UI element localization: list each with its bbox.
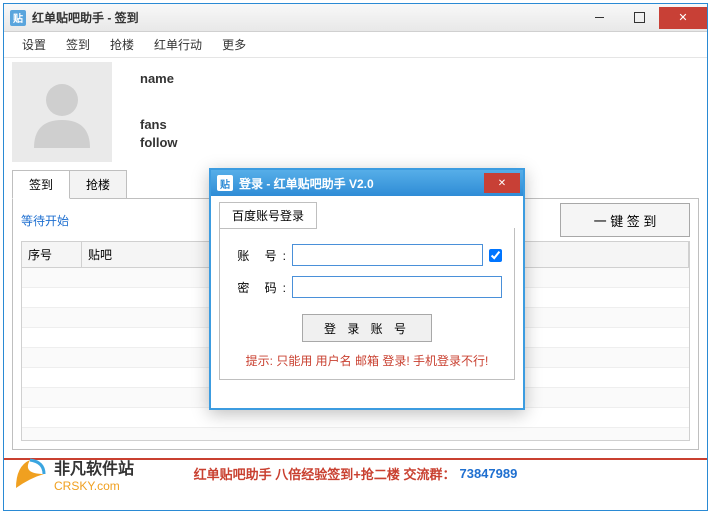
- dialog-close-button[interactable]: [484, 173, 520, 193]
- maximize-button[interactable]: [619, 7, 659, 29]
- onekey-signin-button[interactable]: 一 键 签 到: [560, 203, 690, 237]
- menu-grab[interactable]: 抢楼: [100, 36, 144, 53]
- watermark-en: CRSKY.com: [54, 479, 134, 493]
- watermark: 非凡软件站 CRSKY.com: [10, 438, 134, 510]
- menu-signin[interactable]: 签到: [56, 36, 100, 53]
- statusbar-qq: 73847989: [459, 466, 517, 481]
- account-input[interactable]: [292, 244, 483, 266]
- window-title: 红单贴吧助手 - 签到: [32, 9, 139, 26]
- profile-name-label: name: [140, 70, 178, 88]
- profile-info: name fans follow: [112, 62, 178, 162]
- dialog-body: 百度账号登录 账 号: 密 码: 登 录 账 号 提示: 只能用 用户名 邮箱 …: [211, 196, 523, 386]
- menu-settings[interactable]: 设置: [12, 36, 56, 53]
- profile-panel: name fans follow: [12, 62, 699, 162]
- minimize-button[interactable]: [579, 7, 619, 29]
- avatar-placeholder-icon: [22, 72, 102, 152]
- login-hint: 提示: 只能用 用户名 邮箱 登录! 手机登录不行!: [232, 352, 502, 369]
- menubar: 设置 签到 抢楼 红单行动 更多: [4, 32, 707, 58]
- table-row: [22, 408, 689, 428]
- dialog-titlebar: 贴 登录 - 红单贴吧助手 V2.0: [211, 170, 523, 196]
- login-dialog: 贴 登录 - 红单贴吧助手 V2.0 百度账号登录 账 号: 密 码: 登 录 …: [209, 168, 525, 410]
- titlebar: 贴 红单贴吧助手 - 签到: [4, 4, 707, 32]
- profile-follow-label: follow: [140, 134, 178, 152]
- watermark-cn: 非凡软件站: [54, 455, 134, 479]
- close-button[interactable]: [659, 7, 707, 29]
- avatar: [12, 62, 112, 162]
- tab-signin[interactable]: 签到: [12, 170, 70, 199]
- menu-more[interactable]: 更多: [212, 36, 256, 53]
- account-label: 账 号:: [232, 247, 292, 264]
- col-seq: 序号: [22, 242, 82, 267]
- dialog-tab-baidu[interactable]: 百度账号登录: [219, 202, 317, 229]
- login-button[interactable]: 登 录 账 号: [302, 314, 432, 342]
- statusbar-text: 红单贴吧助手 八倍经验签到+抢二楼 交流群：: [194, 464, 456, 483]
- password-input[interactable]: [292, 276, 502, 298]
- dialog-panel: 账 号: 密 码: 登 录 账 号 提示: 只能用 用户名 邮箱 登录! 手机登…: [219, 228, 515, 380]
- tab-grab[interactable]: 抢楼: [70, 170, 127, 199]
- menu-hongdan[interactable]: 红单行动: [144, 36, 212, 53]
- password-label: 密 码:: [232, 279, 292, 296]
- app-icon: 贴: [10, 10, 26, 26]
- remember-checkbox[interactable]: [489, 249, 502, 262]
- watermark-logo-icon: [10, 454, 50, 494]
- profile-fans-label: fans: [140, 116, 178, 134]
- status-text: 等待开始: [21, 212, 69, 229]
- dialog-title: 登录 - 红单贴吧助手 V2.0: [239, 175, 374, 192]
- dialog-app-icon: 贴: [217, 175, 233, 191]
